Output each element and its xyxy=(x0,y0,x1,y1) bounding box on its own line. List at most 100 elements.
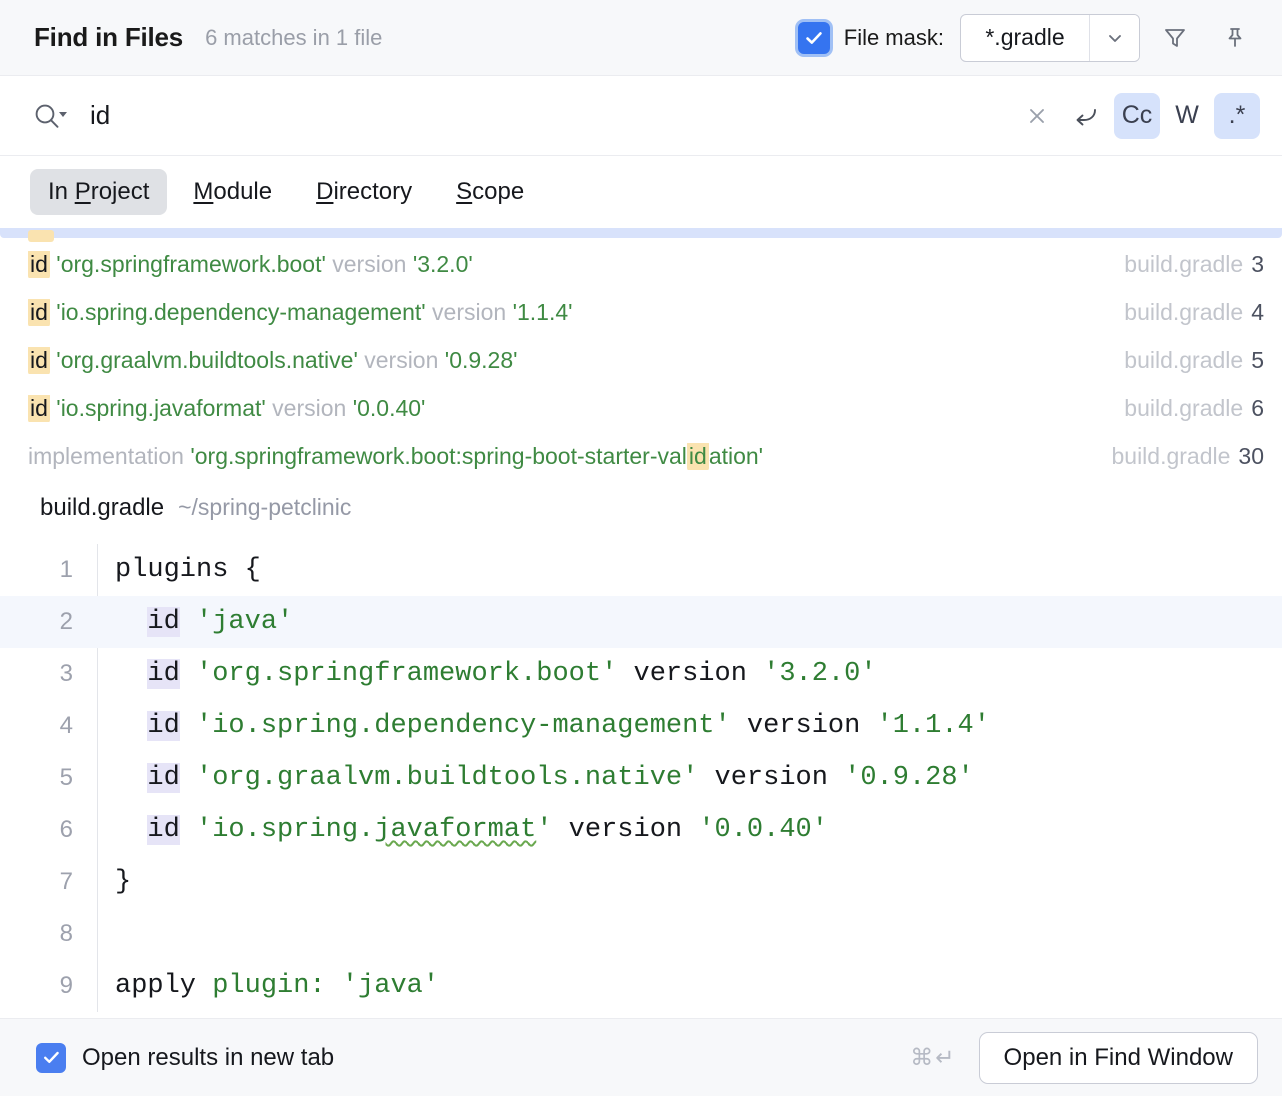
code-token xyxy=(180,659,196,689)
code-token: 'java' xyxy=(196,607,293,637)
line-number: 1 xyxy=(0,556,97,584)
code-token: ' xyxy=(536,815,552,845)
code-line[interactable]: 1 plugins { xyxy=(0,544,1282,596)
result-file-name: build.gradle xyxy=(1124,251,1243,277)
dialog-header: Find in Files 6 matches in 1 file File m… xyxy=(0,0,1282,76)
file-mask-combo[interactable]: *.gradle xyxy=(960,14,1140,62)
pin-glyph xyxy=(1220,23,1250,53)
code-text: id 'io.spring.dependency-management' ver… xyxy=(97,711,1282,741)
code-line[interactable]: 6 id 'io.spring.javaformat' version '0.0… xyxy=(0,804,1282,856)
regex-toggle[interactable]: .* xyxy=(1214,93,1260,139)
result-row[interactable]: implementation 'org.springframework.boot… xyxy=(0,432,1282,474)
scope-tab-scope[interactable]: Scope xyxy=(438,169,542,215)
code-token xyxy=(180,711,196,741)
code-token: } xyxy=(115,867,131,897)
match-case-toggle[interactable]: Cc xyxy=(1114,93,1160,139)
results-list[interactable]: id 'org.springframework.boot' version '3… xyxy=(0,228,1282,474)
result-segment: version xyxy=(364,347,438,373)
code-line[interactable]: 8 xyxy=(0,908,1282,960)
code-token: plugins { xyxy=(115,555,261,585)
file-mask-checkbox[interactable] xyxy=(798,22,830,54)
code-text: } xyxy=(97,867,1282,897)
result-line-number: 3 xyxy=(1251,251,1264,277)
code-text: id 'io.spring.javaformat' version '0.0.4… xyxy=(97,815,1282,845)
code-token xyxy=(115,815,147,845)
code-token: version xyxy=(698,763,844,793)
search-icon[interactable] xyxy=(30,99,82,133)
file-mask-label: File mask: xyxy=(844,25,944,51)
code-line[interactable]: 5 id 'org.graalvm.buildtools.native' ver… xyxy=(0,752,1282,804)
result-file-name: build.gradle xyxy=(1124,347,1243,373)
preview-file-name: build.gradle xyxy=(40,494,164,522)
code-line[interactable]: 3 id 'org.springframework.boot' version … xyxy=(0,648,1282,700)
scope-tab-in-project[interactable]: In Project xyxy=(30,169,167,215)
code-token xyxy=(180,607,196,637)
code-token: '0.0.40' xyxy=(698,815,828,845)
code-text: id 'org.graalvm.buildtools.native' versi… xyxy=(97,763,1282,793)
checkmark-icon xyxy=(804,28,824,48)
search-input[interactable] xyxy=(82,93,1014,139)
open-in-find-window-button[interactable]: Open in Find Window xyxy=(979,1032,1258,1084)
regex-label: .* xyxy=(1229,101,1246,130)
result-row[interactable]: id 'io.spring.javaformat' version '0.0.4… xyxy=(0,384,1282,432)
clear-search-button[interactable] xyxy=(1014,93,1060,139)
chevron-down-icon[interactable] xyxy=(1089,15,1139,61)
filter-icon[interactable] xyxy=(1150,13,1200,63)
preview-editor[interactable]: 1 plugins { 2 id 'java'3 id 'org.springfra… xyxy=(0,544,1282,1012)
code-match-highlight: id xyxy=(147,659,179,689)
preview-file-header[interactable]: build.gradle ~/spring-petclinic xyxy=(0,474,1282,544)
code-token xyxy=(180,763,196,793)
filter-glyph xyxy=(1160,23,1190,53)
result-segment: ation' xyxy=(709,443,763,469)
code-token: 'io.spring.dependency-management' xyxy=(196,711,731,741)
match-highlight: id xyxy=(28,251,50,278)
result-line-number: 30 xyxy=(1238,443,1264,469)
open-in-new-tab-label: Open results in new tab xyxy=(82,1044,334,1072)
code-token: version xyxy=(731,711,877,741)
result-file-name: build.gradle xyxy=(1124,395,1243,421)
code-token xyxy=(115,763,147,793)
result-text: implementation 'org.springframework.boot… xyxy=(28,443,1095,470)
result-row[interactable]: id 'io.spring.dependency-management' ver… xyxy=(0,288,1282,336)
line-number: 7 xyxy=(0,868,97,896)
pin-icon[interactable] xyxy=(1210,13,1260,63)
code-text: apply plugin: 'java' xyxy=(97,971,1282,1001)
code-line[interactable]: 7} xyxy=(0,856,1282,908)
checkmark-icon xyxy=(42,1048,61,1067)
preview-pane: build.gradle ~/spring-petclinic 1 plugins… xyxy=(0,474,1282,1096)
result-segment: 'io.spring.javaformat' xyxy=(56,395,265,421)
result-row[interactable]: id 'org.springframework.boot' version '3… xyxy=(0,240,1282,288)
new-line-button[interactable] xyxy=(1064,93,1110,139)
result-segment: '0.9.28' xyxy=(445,347,518,373)
result-row[interactable]: id 'org.graalvm.buildtools.native' versi… xyxy=(0,336,1282,384)
line-number: 4 xyxy=(0,712,97,740)
words-label: W xyxy=(1175,101,1199,130)
code-token xyxy=(115,607,147,637)
open-in-new-tab-checkbox[interactable] xyxy=(36,1043,66,1073)
result-location: build.gradle 3 xyxy=(1124,251,1264,278)
words-toggle[interactable]: W xyxy=(1164,93,1210,139)
code-line[interactable]: 9apply plugin: 'java' xyxy=(0,960,1282,1012)
result-location: build.gradle5 xyxy=(1124,347,1264,374)
code-match-highlight: id xyxy=(147,607,179,637)
matches-summary: 6 matches in 1 file xyxy=(205,25,382,51)
spellcheck-typo: javaformat xyxy=(374,815,536,845)
match-highlight: id xyxy=(28,395,50,422)
code-token xyxy=(180,815,196,845)
scope-tab-directory[interactable]: Directory xyxy=(298,169,430,215)
return-arrow-icon xyxy=(1071,102,1103,130)
close-icon xyxy=(1024,103,1050,129)
code-line[interactable]: 4 id 'io.spring.dependency-management' v… xyxy=(0,700,1282,752)
file-mask-value[interactable]: *.gradle xyxy=(961,15,1089,61)
scope-tab-module[interactable]: Module xyxy=(175,169,290,215)
code-line[interactable]: 2 id 'java' xyxy=(0,596,1282,648)
line-number: 6 xyxy=(0,816,97,844)
magnifier-glyph xyxy=(30,99,72,133)
scrolled-selected-row[interactable] xyxy=(0,228,1282,238)
footer-actions: ⌘↵ Open in Find Window xyxy=(910,1032,1258,1084)
code-token: '1.1.4' xyxy=(877,711,990,741)
page-title: Find in Files xyxy=(34,22,183,53)
result-file-name: build.gradle xyxy=(1111,443,1230,469)
result-line-number: 4 xyxy=(1251,299,1264,325)
code-token: 'org.springframework.boot' xyxy=(196,659,617,689)
